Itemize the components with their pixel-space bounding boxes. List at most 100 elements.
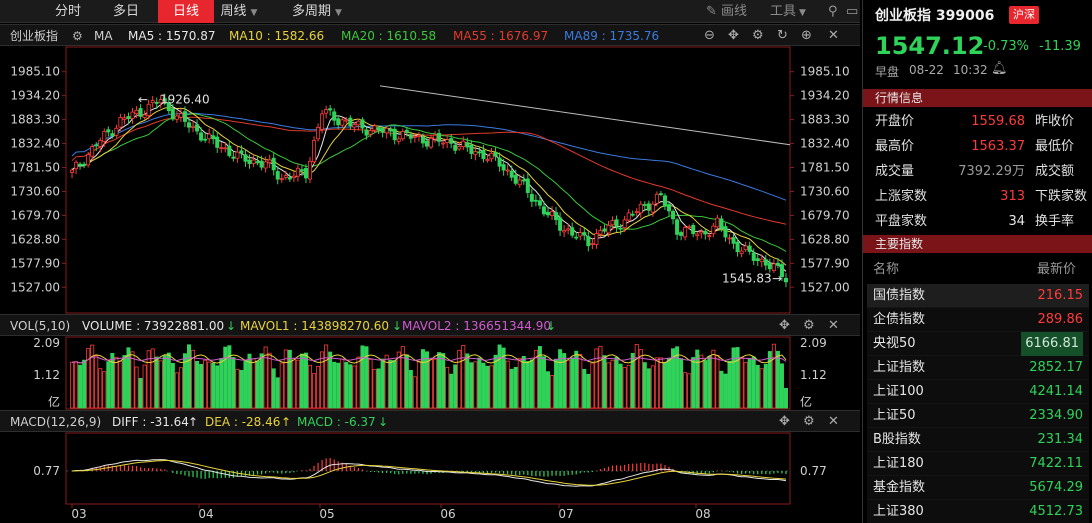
candle-body (118, 117, 123, 128)
volume-bar (416, 360, 421, 409)
volume-bar (90, 344, 95, 409)
candle-body (122, 117, 127, 120)
candle-body (505, 169, 510, 172)
volume-bar (267, 352, 272, 409)
index-price: 4512.73 (1029, 504, 1083, 519)
month-label: 03 (71, 507, 86, 521)
candle-body (82, 163, 87, 166)
index-name: B股指数 (873, 432, 921, 447)
ma5-line (71, 101, 787, 272)
volume-bar (715, 354, 720, 409)
index-row[interactable]: 上证380 4512.73 (867, 500, 1089, 523)
candle-body (586, 236, 591, 247)
candle-body (78, 163, 83, 166)
candle-body (771, 263, 776, 271)
price-tick-right: 1883.30 (800, 113, 850, 127)
volume-bar (320, 351, 325, 409)
price-tick-right: 1527.00 (800, 280, 850, 294)
price-tick-left: 1628.80 (10, 232, 60, 246)
market-badge[interactable]: 沪深 (1009, 6, 1039, 24)
candle (287, 172, 292, 182)
market-info-header: 行情信息 (863, 89, 1092, 107)
candle-body (251, 159, 256, 164)
volume-bar (134, 366, 139, 409)
volume-bar (158, 360, 163, 409)
price-tick-right: 1577.90 (800, 256, 850, 270)
price-tick-left: 1832.40 (10, 137, 60, 151)
price-tick-left: 1730.60 (10, 184, 60, 198)
volume-bar (388, 359, 393, 409)
index-row[interactable]: 央视50 6166.81 (867, 332, 1089, 356)
chart-canvas[interactable]: 1985.10 1985.10 1934.20 1934.20 1883.30 1883.… (0, 0, 860, 523)
volume-bar (239, 369, 244, 409)
candle-body (517, 179, 522, 186)
volume-bar (303, 352, 308, 409)
candle-body (497, 157, 502, 167)
volume-bar (368, 358, 373, 409)
index-row[interactable]: 上证180 7422.11 (867, 452, 1089, 476)
volume-bar (622, 367, 627, 409)
volume-bar (122, 355, 127, 409)
candle (723, 223, 728, 242)
volume-bar (509, 368, 514, 409)
volume-bar (223, 346, 228, 409)
price-plot-border (65, 46, 791, 314)
info-label: 平盘家数 (875, 214, 928, 229)
index-row[interactable]: 上证50 2334.90 (867, 404, 1089, 428)
candle-body (537, 200, 542, 206)
index-row[interactable]: 上证100 4241.14 (867, 380, 1089, 404)
price-tick-right: 1679.70 (800, 208, 850, 222)
candle (715, 214, 720, 229)
index-row[interactable]: 基金指数 5674.29 (867, 476, 1089, 500)
candle (679, 230, 684, 241)
candle-body (679, 232, 684, 236)
candle-body (558, 217, 563, 231)
candle-body (675, 219, 680, 235)
candle-body (360, 119, 365, 129)
volume-bar (533, 349, 538, 409)
candle-body (533, 199, 538, 202)
candle-body (134, 109, 139, 114)
candle-body (299, 169, 304, 172)
volume-bar (231, 357, 236, 409)
candle (683, 225, 688, 241)
candle-body (207, 133, 212, 140)
volume-bar (550, 375, 555, 409)
candle (191, 120, 196, 133)
index-row[interactable]: B股指数 231.34 (867, 428, 1089, 452)
candle-body (662, 195, 667, 207)
candle (695, 231, 700, 241)
macd-plot-border (65, 432, 791, 505)
index-row[interactable]: 上证指数 2852.17 (867, 356, 1089, 380)
volume-bar (779, 363, 784, 409)
month-label: 06 (440, 507, 455, 521)
volume-bar (235, 368, 240, 409)
indices-col-name: 名称 (873, 262, 900, 277)
volume-bar (118, 360, 123, 409)
candle-body (695, 233, 700, 236)
volume-bar (497, 344, 502, 409)
low-price-marker: 1545.83 (722, 271, 772, 285)
candle-body (521, 179, 526, 182)
volume-bar (445, 366, 450, 409)
volume-bar (308, 364, 313, 409)
index-row[interactable]: 国债指数 216.15 (867, 284, 1089, 308)
bell-icon[interactable]: 🔔︎ (991, 61, 1008, 76)
info-label-secondary: 下跌家数 (1035, 189, 1088, 204)
candle (82, 161, 87, 169)
candle (469, 140, 474, 160)
volume-bar (372, 369, 377, 409)
candle-body (783, 278, 788, 283)
volume-bar (614, 356, 619, 409)
candle-body (707, 235, 712, 237)
index-row[interactable]: 企债指数 289.86 (867, 308, 1089, 332)
candle (211, 130, 216, 145)
candle (106, 126, 111, 137)
volume-bar (679, 358, 684, 409)
volume-bar (759, 368, 764, 409)
volume-bar (392, 360, 397, 409)
price-tick-right: 1628.80 (800, 232, 850, 246)
candle (574, 231, 579, 241)
candle-body (602, 228, 607, 232)
quote-time: 10:32 (953, 63, 988, 77)
